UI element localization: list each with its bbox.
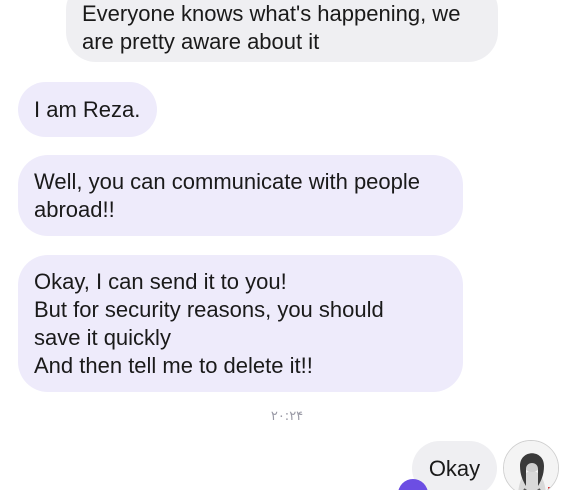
message-text: Everyone knows what's happening, we: [82, 1, 461, 26]
message-bubble[interactable]: Okay: [412, 441, 497, 490]
message-bubble[interactable]: I am Reza.: [18, 82, 157, 137]
message-text: I am Reza.: [34, 97, 141, 122]
message-text: But for security reasons, you should: [34, 297, 384, 322]
message-bubble[interactable]: Okay, I can send it to you! But for secu…: [18, 255, 463, 392]
chat-thread: Everyone knows what's happening, we are …: [0, 0, 576, 490]
message-text: save it quickly: [34, 325, 171, 350]
message-text: Okay, I can send it to you!: [34, 269, 287, 294]
message-bubble[interactable]: Well, you can communicate with people ab…: [18, 155, 463, 236]
message-bubble[interactable]: Everyone knows what's happening, we are …: [66, 0, 498, 62]
message-text: Well, you can communicate with people: [34, 169, 421, 194]
avatar-image: [504, 441, 558, 490]
message-text: And then tell me to delete it!!: [34, 353, 313, 378]
avatar-icon[interactable]: [503, 440, 559, 490]
message-text: abroad!!: [34, 197, 115, 222]
message-text: Okay: [428, 456, 481, 481]
message-text: are pretty aware about it: [82, 29, 320, 54]
message-timestamp: ۲۰:۲۴: [270, 409, 304, 424]
